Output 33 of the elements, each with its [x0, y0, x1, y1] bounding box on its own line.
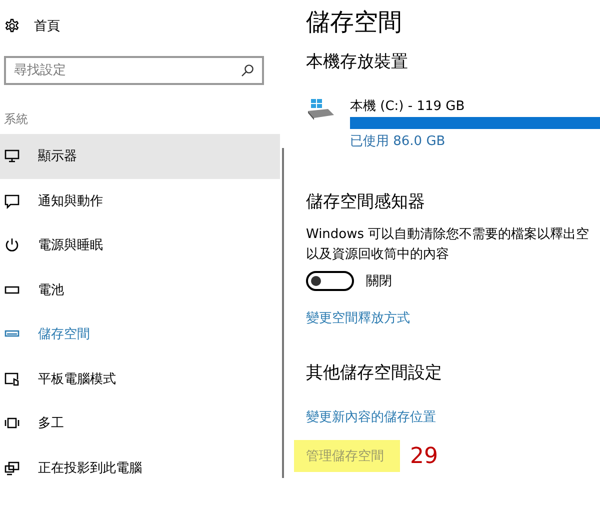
page-title: 儲存空間: [306, 7, 402, 38]
message-icon: [4, 192, 20, 209]
home-link[interactable]: 首頁: [34, 17, 60, 35]
settings-icon: [4, 18, 20, 34]
description-text: Windows 可以自動清除您不需要的檔案以釋出空: [306, 226, 590, 244]
settings-link[interactable]: 變更空間釋放方式: [306, 309, 410, 327]
toggle-label: 關閉: [366, 273, 392, 290]
sidebar-item[interactable]: 多工: [0, 401, 280, 446]
monitor-icon: [4, 148, 20, 164]
tablet-icon: [4, 370, 20, 387]
power-icon: [4, 237, 20, 254]
section-heading: 本機存放裝置: [306, 51, 408, 73]
section-label: 系統: [4, 111, 28, 128]
sidebar-item[interactable]: 儲存空間: [0, 312, 280, 356]
toggle-switch[interactable]: [306, 271, 354, 291]
sidebar-item[interactable]: 顯示器: [0, 134, 280, 178]
description-text: 以及資源回收筒中的內容: [306, 246, 449, 264]
sidebar-item[interactable]: 電池: [0, 268, 280, 312]
annotation-number: 29: [410, 444, 438, 468]
settings-link[interactable]: 變更新內容的儲存位置: [306, 408, 436, 426]
drive-name: 本機 (C:) - 119 GB: [350, 98, 465, 115]
sidebar-item[interactable]: 平板電腦模式: [0, 356, 280, 401]
scrollbar[interactable]: [282, 148, 284, 478]
sidebar-item[interactable]: 通知與動作: [0, 178, 280, 223]
sidebar-item[interactable]: 正在投影到此電腦: [0, 446, 280, 490]
drive-icon: [306, 97, 336, 121]
projector-icon: [4, 460, 20, 476]
search-icon: [241, 64, 254, 77]
used-space[interactable]: 已使用 86.0 GB: [350, 132, 446, 150]
section-heading: 儲存空間感知器: [306, 191, 425, 213]
sidebar-item[interactable]: 電源與睡眠: [0, 223, 280, 268]
section-heading: 其他儲存空間設定: [306, 362, 442, 384]
search-field[interactable]: 尋找設定: [4, 56, 264, 85]
